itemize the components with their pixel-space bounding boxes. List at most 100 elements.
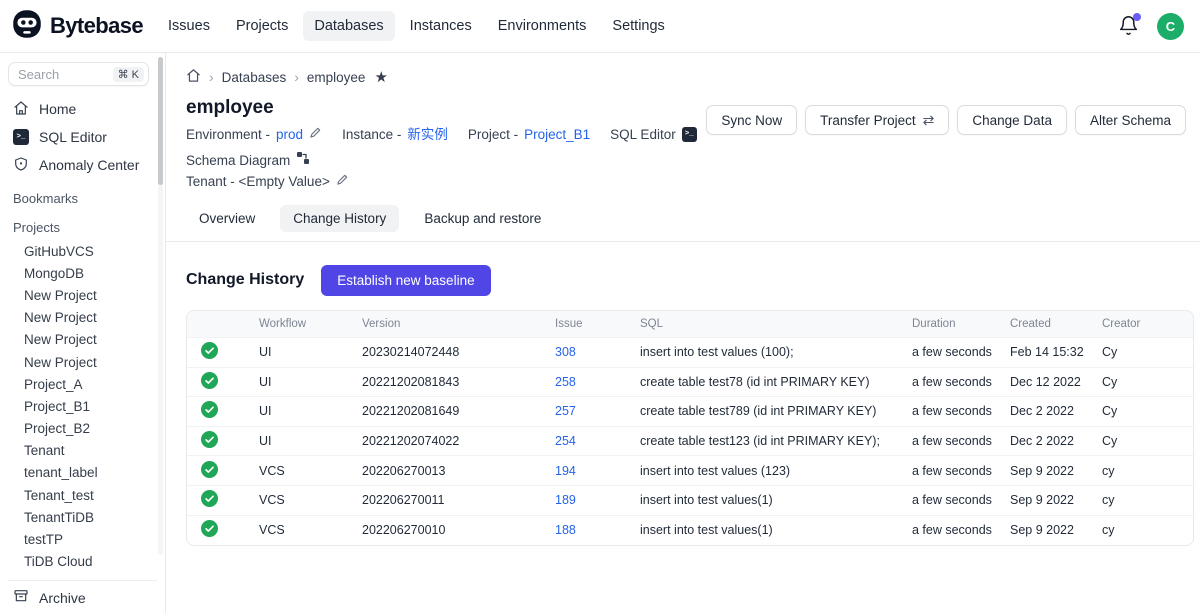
bytebase-logo[interactable]: Bytebase [12,9,143,44]
duration-cell: a few seconds [896,397,994,427]
breadcrumb-databases[interactable]: Databases [222,70,287,85]
menu-item[interactable]: Issues [157,11,221,41]
sidebar-project-item[interactable]: New Project [8,351,165,373]
issue-link[interactable]: 258 [555,375,576,389]
search-input[interactable]: Search ⌘ K [8,62,149,86]
workflow-cell: VCS [243,456,346,486]
breadcrumb: › Databases › employee ★ [166,53,1200,86]
sidebar-project-item[interactable]: TenantTiDB [8,506,165,528]
issue-link[interactable]: 194 [555,464,576,478]
sidebar-item-anomaly-center[interactable]: Anomaly Center [8,151,165,179]
environment-link[interactable]: prod [276,124,303,146]
version-cell: 20230214072448 [346,338,539,368]
sidebar-item-sql-editor[interactable]: >_ SQL Editor [8,123,165,151]
home-icon [13,100,29,119]
issue-link[interactable]: 189 [555,493,576,507]
avatar[interactable]: C [1157,13,1184,40]
sidebar-project-item[interactable]: GitHubVCS [8,240,165,262]
issue-link[interactable]: 188 [555,523,576,537]
edit-pen-icon[interactable] [309,124,322,146]
sidebar-project-item[interactable]: Project_B2 [8,418,165,440]
menu-item[interactable]: Instances [399,11,483,41]
column-header: Issue [539,311,624,338]
sidebar-project-item[interactable]: TiDB Cloud [8,551,165,573]
sql-cell: insert into test values(1) [624,485,896,515]
created-cell: Dec 2 2022 [994,397,1086,427]
issue-link[interactable]: 308 [555,345,576,359]
sidebar-project-item[interactable]: tenant_label [8,462,165,484]
sidebar-item-label: Archive [39,590,86,606]
table-row[interactable]: UI 20221202081649 257 create table test7… [187,397,1194,427]
creator-cell: cy [1086,485,1194,515]
action-button[interactable]: Alter Schema [1075,105,1186,135]
sql-cell: insert into test values (123) [624,456,896,486]
sidebar-project-item[interactable]: Project_A [8,373,165,395]
project-link[interactable]: Project_B1 [524,124,590,146]
notification-bell-icon[interactable] [1118,15,1140,37]
tab[interactable]: Change History [280,205,399,232]
database-actions: Sync Now Transfer Project ⇄ Change Data … [706,105,1186,135]
breadcrumb-home-icon[interactable] [186,68,201,86]
workflow-cell: UI [243,338,346,368]
bookmarks-section-label: Bookmarks [8,191,165,206]
column-header: Version [346,311,539,338]
success-check-icon [201,401,218,418]
table-row[interactable]: VCS 202206270010 188 insert into test va… [187,515,1194,545]
menu-item[interactable]: Environments [487,11,598,41]
sidebar-item-home[interactable]: Home [8,95,165,123]
main-menu: Issues Projects Databases Instances Envi… [157,11,676,41]
version-cell: 202206270011 [346,485,539,515]
tab[interactable]: Overview [186,205,268,232]
issue-link[interactable]: 254 [555,434,576,448]
menu-item[interactable]: Settings [601,11,675,41]
sql-cell: insert into test values(1) [624,515,896,545]
action-button-label: Transfer Project [820,113,916,128]
tenant-edit-pencil-icon[interactable] [336,171,349,193]
success-check-icon [201,520,218,537]
schema-diagram-label[interactable]: Schema Diagram [186,150,290,172]
sql-cell: create table test789 (id int PRIMARY KEY… [624,397,896,427]
table-row[interactable]: VCS 202206270013 194 insert into test va… [187,456,1194,486]
table-header-row: WorkflowVersionIssueSQLDurationCreatedCr… [187,311,1194,338]
breadcrumb-separator: › [209,69,214,85]
success-check-icon [201,342,218,359]
tab[interactable]: Backup and restore [411,205,554,232]
version-cell: 202206270010 [346,515,539,545]
change-history-header: Change History Establish new baseline [166,265,1200,296]
sidebar-project-item[interactable]: New Project [8,329,165,351]
action-button[interactable]: Transfer Project ⇄ [805,105,949,135]
action-button[interactable]: Change Data [957,105,1067,135]
sidebar-scrollbar [158,57,163,555]
shield-icon [13,156,29,175]
sidebar-item-archive[interactable]: Archive [8,584,165,612]
creator-cell: Cy [1086,367,1194,397]
instance-link[interactable]: 新实例 [407,124,448,146]
table-row[interactable]: UI 20221202081843 258 create table test7… [187,367,1194,397]
menu-item[interactable]: Projects [225,11,299,41]
sql-cell: create table test123 (id int PRIMARY KEY… [624,426,896,456]
sidebar-project-item[interactable]: MongoDB [8,262,165,284]
workflow-cell: VCS [243,485,346,515]
sidebar-project-item[interactable]: Tenant_test [8,484,165,506]
menu-item[interactable]: Databases [303,11,394,41]
issue-link[interactable]: 257 [555,404,576,418]
establish-baseline-button[interactable]: Establish new baseline [321,265,490,296]
sql-editor-label[interactable]: SQL Editor [610,124,676,146]
schema-diagram-icon[interactable] [296,150,310,172]
table-row[interactable]: UI 20230214072448 308 insert into test v… [187,338,1194,368]
sidebar-project-item[interactable]: New Project [8,307,165,329]
table-row[interactable]: UI 20221202074022 254 create table test1… [187,426,1194,456]
sidebar-project-item[interactable]: New Project [8,284,165,306]
table-row[interactable]: VCS 202206270011 189 insert into test va… [187,485,1194,515]
sidebar-scrollbar-thumb[interactable] [158,57,163,185]
created-cell: Sep 9 2022 [994,515,1086,545]
bookmark-star-icon[interactable]: ★ [374,68,387,86]
sidebar-project-item[interactable]: Tenant [8,440,165,462]
action-button[interactable]: Sync Now [706,105,797,135]
creator-cell: Cy [1086,338,1194,368]
sql-editor-icon[interactable]: >_ [682,127,697,142]
instance-label: Instance - [342,124,401,146]
sidebar-project-item[interactable]: Project_B1 [8,395,165,417]
sidebar-project-item[interactable]: testTP [8,528,165,550]
breadcrumb-employee[interactable]: employee [307,70,366,85]
